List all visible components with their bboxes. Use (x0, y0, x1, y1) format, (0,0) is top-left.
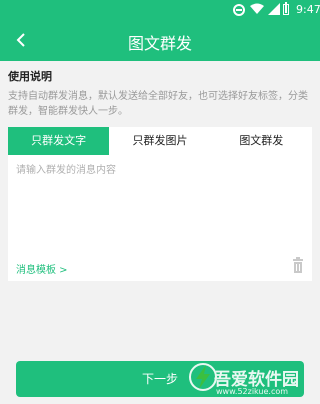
tab-image-text[interactable]: 图文群发 (211, 127, 312, 155)
status-time: 9:47 (296, 3, 320, 16)
message-card: 只群发文字 只群发图片 图文群发 消息模板 > (8, 127, 312, 281)
message-template-link[interactable]: 消息模板 > (16, 261, 68, 276)
wifi-icon (250, 3, 264, 14)
message-input[interactable] (12, 157, 308, 257)
tab-image-only[interactable]: 只群发图片 (109, 127, 210, 155)
watermark-site: www.52zikue.com (216, 387, 289, 396)
status-bar: 9:47 (0, 0, 320, 20)
do-not-disturb-icon (233, 4, 245, 16)
usage-title: 使用说明 (8, 70, 52, 83)
usage-description: 支持自动群发消息，默认发送给全部好友，也可选择好友标签，分类群发，智能群发快人一… (8, 91, 308, 117)
trash-icon[interactable] (290, 257, 306, 273)
site-watermark: 吾爱软件园 www.52zikue.com (188, 345, 320, 404)
battery-icon (283, 2, 289, 15)
signal-icon (268, 3, 280, 15)
tab-text-only[interactable]: 只群发文字 (8, 127, 110, 155)
tab-bar: 只群发文字 只群发图片 图文群发 (8, 127, 312, 155)
page-title: 图文群发 (127, 34, 192, 53)
app-bar: 图文群发 (0, 20, 320, 61)
